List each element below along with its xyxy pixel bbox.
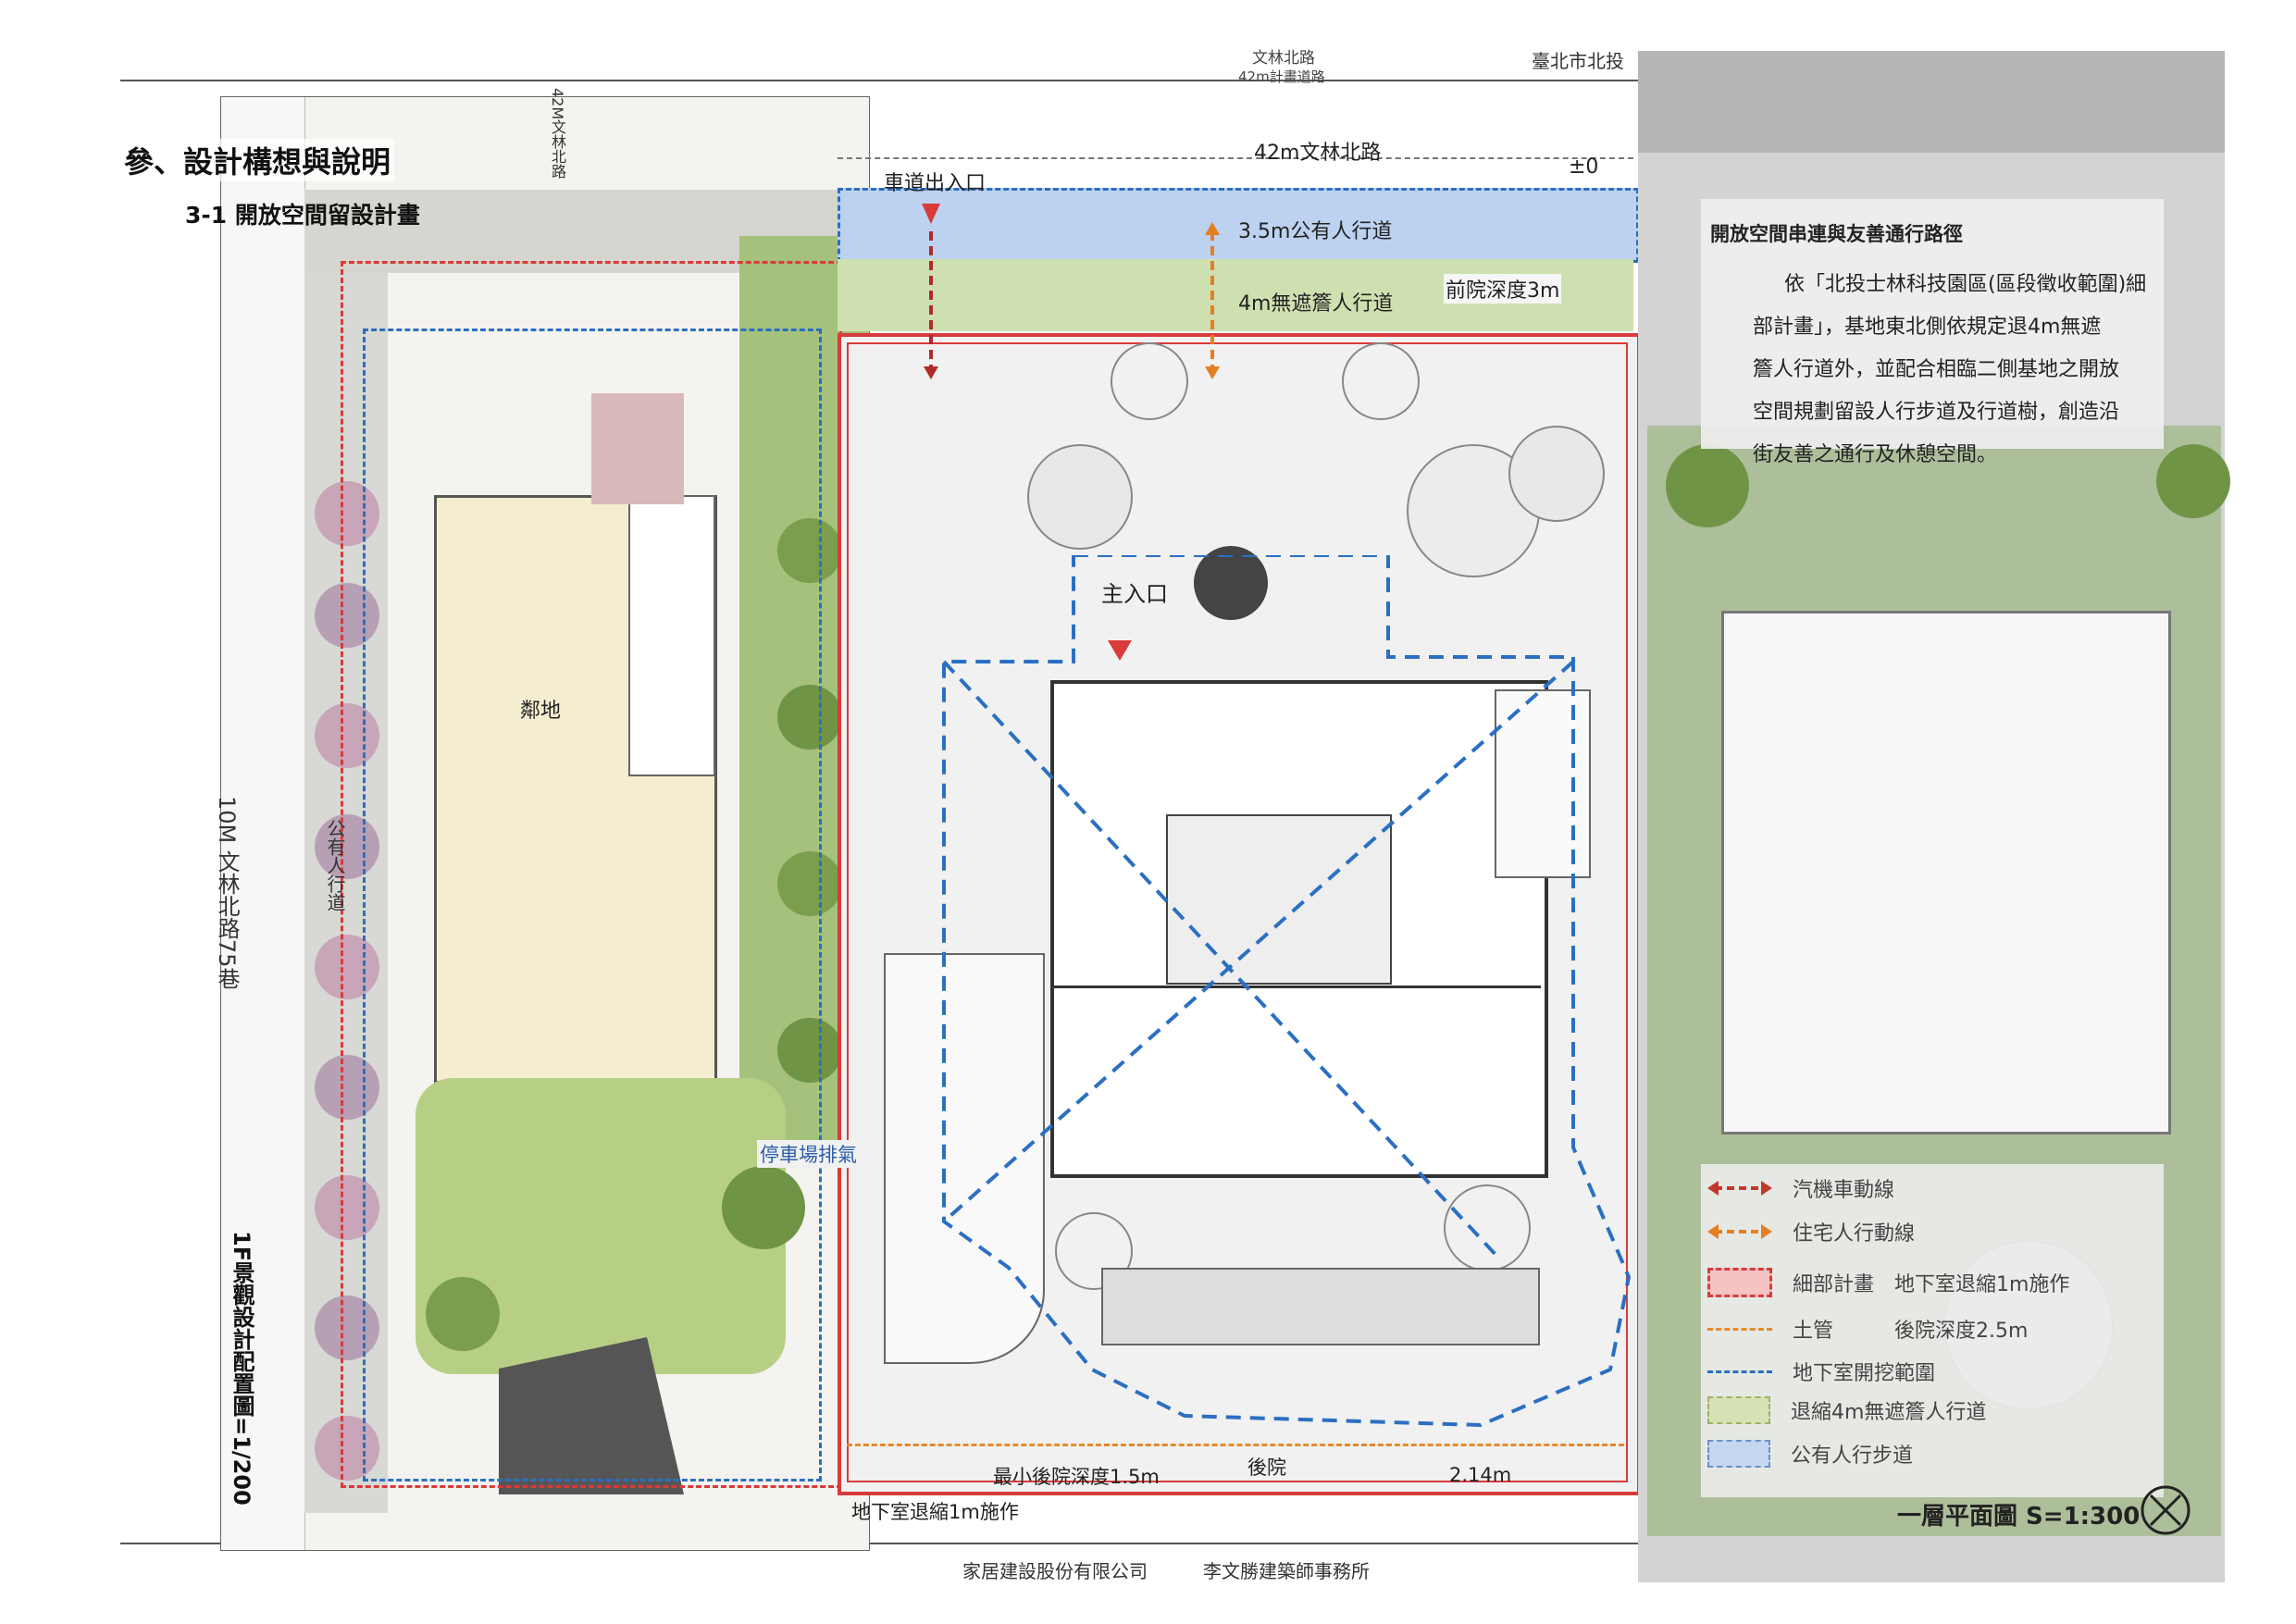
orange-dash-icon — [1707, 1327, 1772, 1331]
info-panel-line: 簷人行道外，並配合相臨二側基地之開放 — [1753, 358, 2120, 381]
footer-company: 家居建設股份有限公司 — [962, 1560, 1148, 1582]
parking-exhaust-label: 停車場排氣 — [757, 1140, 860, 1168]
blue-dash-icon — [1707, 1370, 1772, 1373]
info-panel-line: 街友善之通行及休憩空間。 — [1753, 443, 1998, 466]
top-road-sub: 42m計畫道路 — [1238, 68, 1325, 85]
rear-orange-dash — [847, 1444, 1624, 1446]
main-entrance-arrow-icon — [1108, 640, 1132, 661]
tree-icon — [1111, 342, 1188, 420]
public-walkway-label: 3.5m公有人行道 — [1238, 220, 1393, 243]
footer-architect: 李文勝建築師事務所 — [1203, 1560, 1370, 1582]
info-panel-body: 依「北投士林科技園區(區段徵收範圍)細 部計畫」，基地東北側依規定退4m無遮 簷… — [1753, 264, 2160, 477]
info-panel-line: 部計畫」，基地東北側依規定退4m無遮 — [1753, 316, 2102, 339]
top-frame-line — [120, 80, 1638, 81]
info-panel: 開放空間串連與友善通行路徑 依「北投士林科技園區(區段徵收範圍)細 部計畫」，基… — [1701, 199, 2164, 466]
dim-214-label: 2.14m — [1449, 1464, 1512, 1486]
right-top-road — [1638, 51, 2225, 153]
plan-scale-label: 一層平面圖 S=1:300 — [1897, 1503, 2141, 1531]
tree-icon — [1027, 444, 1133, 550]
legend-label: 公有人行步道 — [1791, 1444, 1914, 1468]
min-rear-label: 最小後院深度1.5m — [993, 1466, 1160, 1488]
legend-label: 細部計畫 地下室退縮1m施作 — [1793, 1273, 2070, 1296]
vehicle-route-icon — [1707, 1181, 1772, 1196]
info-panel-line: 空間規劃留設人行步道及行道樹，創造沿 — [1753, 401, 2120, 424]
public-walk-vertical: 公有人行道 — [324, 819, 346, 911]
tree-icon — [1508, 426, 1605, 522]
road-42m-label: 42m文林北路 — [1254, 142, 1382, 165]
legend-item-land-control: 土管 後院深度2.5m — [1707, 1314, 2028, 1344]
north-arrow-icon — [2141, 1485, 2191, 1535]
left-blue-boundary — [363, 329, 822, 1481]
section-title: 參、設計構想與說明 — [120, 139, 395, 181]
arcade-label: 4m無遮簷人行道 — [1238, 292, 1394, 316]
legend-label: 土管 後院深度2.5m — [1793, 1320, 2029, 1343]
basement-excavation — [942, 555, 1632, 1428]
rear-yard-label: 後院 — [1247, 1457, 1286, 1479]
subsection-title: 3-1 開放空間留設計畫 — [185, 202, 420, 229]
road-vertical-label: 42M文林北路 — [549, 88, 566, 180]
top-district: 臺北市北投 — [1532, 50, 1624, 72]
legend-label: 地下室開挖範圍 — [1793, 1362, 1936, 1385]
info-panel-title: 開放空間串連與友善通行路徑 — [1710, 223, 1963, 245]
main-entrance-label: 主入口 — [1101, 581, 1168, 607]
route-arrows — [922, 204, 1220, 379]
tree-icon — [2156, 444, 2230, 518]
front-yard-label: 前院深度3m — [1444, 274, 1562, 304]
legend-item-arcade: 退縮4m無遮簷人行道 — [1707, 1395, 1986, 1425]
legend-item-vehicle: 汽機車動線 — [1707, 1173, 1894, 1203]
legend-item-public-walk: 公有人行步道 — [1707, 1439, 1913, 1469]
tree-icon — [1666, 444, 1749, 527]
road-line — [838, 157, 1633, 159]
red-box-icon — [1707, 1268, 1772, 1297]
left-caption: 1F景觀設計配置圖=1/200 — [229, 1231, 254, 1506]
right-building — [1721, 611, 2171, 1134]
legend-item-detail-plan: 細部計畫 地下室退縮1m施作 — [1707, 1268, 2069, 1297]
info-panel-line: 依「北投士林科技園區(區段徵收範圍)細 — [1784, 273, 2147, 296]
top-road-name: 文林北路 — [1252, 49, 1315, 68]
tree-icon — [1342, 342, 1420, 420]
pedestrian-route-icon — [1707, 1224, 1772, 1239]
lane-label: 10M 文林北路75巷 — [214, 796, 240, 990]
blue-box-icon — [1707, 1440, 1770, 1468]
legend-label: 住宅人行動線 — [1793, 1222, 1916, 1246]
basement-setback-label: 地下室退縮1m施作 — [851, 1501, 1019, 1523]
green-box-icon — [1707, 1396, 1770, 1424]
elevation-label: ±0 — [1569, 155, 1599, 179]
legend-label: 汽機車動線 — [1793, 1179, 1895, 1202]
driveway-label: 車道出入口 — [884, 172, 987, 195]
neighbor-left-label: 鄰地 — [520, 700, 562, 723]
legend-item-pedestrian: 住宅人行動線 — [1707, 1217, 1915, 1246]
legend-item-basement: 地下室開挖範圍 — [1707, 1357, 1935, 1386]
legend-label: 退縮4m無遮簷人行道 — [1791, 1401, 1987, 1424]
